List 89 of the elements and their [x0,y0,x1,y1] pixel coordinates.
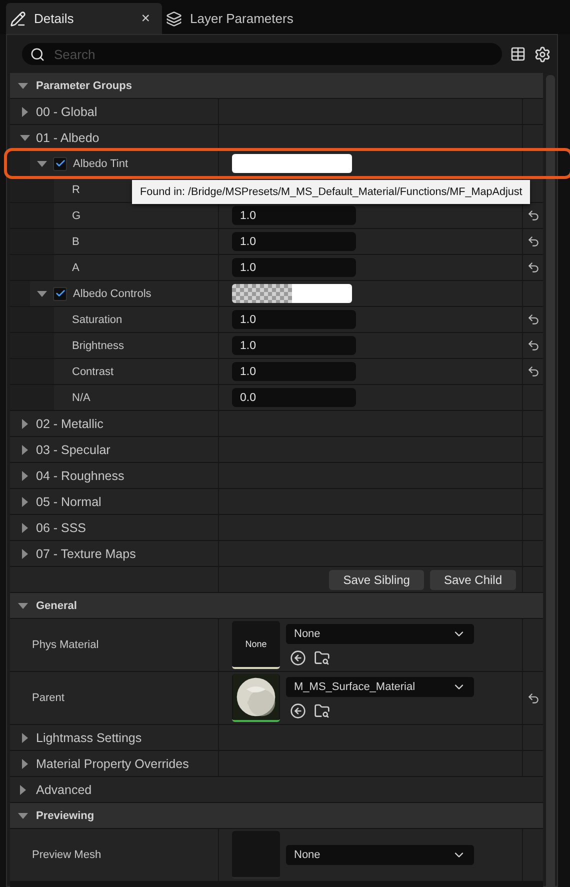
group-label: 03 - Specular [36,442,110,456]
group-label: 01 - Albedo [36,130,100,144]
number-field[interactable]: 1.0 [232,206,356,225]
tab[interactable]: Layer Parameters [162,3,306,34]
group-label: 05 - Normal [36,494,102,508]
expander-icon[interactable] [22,496,28,506]
check-icon [54,158,66,169]
expander-icon[interactable] [22,444,28,454]
expander-icon[interactable] [37,160,47,166]
color-swatch[interactable] [232,154,352,173]
number-field[interactable]: 1.0 [232,310,356,329]
reset-icon[interactable] [526,339,540,352]
expander-icon[interactable] [18,602,28,608]
reset-icon[interactable] [526,209,540,222]
asset-dropdown[interactable]: M_MS_Surface_Material [286,677,474,697]
expander-icon[interactable] [37,290,47,296]
scrollbar[interactable] [546,75,555,887]
settings-icon[interactable] [534,46,551,62]
number-field[interactable]: 0.0 [232,388,356,407]
browse-icon[interactable] [314,650,330,666]
search-icon [30,46,45,62]
color-swatch[interactable] [232,284,352,303]
number-field[interactable]: 1.0 [232,362,356,381]
property-label: B [72,236,80,248]
search-input[interactable]: Search [52,46,494,62]
section-title: Previewing [36,810,94,822]
section-header[interactable]: General [10,593,543,618]
layers-icon [166,10,182,26]
expander-icon[interactable] [22,470,28,480]
reset-icon[interactable] [526,313,540,326]
expander-icon[interactable] [18,82,28,88]
group-label: 00 - Global [36,104,98,118]
property-label: Preview Mesh [32,849,102,861]
property-label: G [72,210,81,222]
expander-icon[interactable] [22,548,28,558]
expander-icon[interactable] [22,522,28,532]
property-label: Parent [32,692,64,704]
parameter-label: Albedo Controls [73,288,152,300]
expander-icon[interactable] [20,134,30,140]
expander-icon[interactable] [18,812,28,818]
advanced-toggle[interactable]: Advanced [10,777,543,802]
property-label: N/A [72,392,90,404]
save-button[interactable]: Save Sibling [329,570,424,590]
group-label: Lightmass Settings [36,730,142,744]
table-icon[interactable] [510,46,526,62]
tab[interactable]: Details × [6,3,162,34]
reset-icon[interactable] [526,365,540,378]
group-label: 04 - Roughness [36,468,124,482]
parameter-label: Albedo Tint [73,158,128,170]
asset-dropdown[interactable]: None [286,845,474,865]
group-label: 07 - Texture Maps [36,546,136,560]
save-button[interactable]: Save Child [430,570,516,590]
expander-icon[interactable] [22,758,28,768]
property-label: Contrast [72,366,114,378]
expander-icon[interactable] [22,106,28,116]
property-label: Brightness [72,340,124,352]
expander-icon[interactable] [20,784,26,794]
section-title: Parameter Groups [36,80,132,92]
advanced-label: Advanced [36,782,92,796]
reset-icon[interactable] [526,692,540,704]
search-field[interactable]: Search [22,43,502,65]
check-icon [54,288,66,299]
close-icon[interactable]: × [141,10,150,27]
number-field[interactable]: 1.0 [232,336,356,355]
group-label: Material Property Overrides [36,756,189,770]
tooltip: Found in: /Bridge/MSPresets/M_MS_Default_Material/Functions/MF_MapAdjust [132,180,530,204]
expander-icon[interactable] [22,732,28,742]
property-label: A [72,262,80,274]
checkbox[interactable] [53,156,67,170]
expander-icon[interactable] [22,418,28,428]
property-label: Saturation [72,314,122,326]
checkbox[interactable] [53,286,67,300]
asset-dropdown[interactable]: None [286,624,474,644]
use-selected-icon[interactable] [290,650,306,666]
reset-icon[interactable] [526,235,540,248]
reset-icon[interactable] [526,261,540,274]
use-selected-icon[interactable] [290,703,306,719]
section-header[interactable]: Parameter Groups [10,73,543,98]
section-header[interactable]: Previewing [10,803,543,828]
group-label: 06 - SSS [36,520,86,534]
property-label: Phys Material [32,639,99,651]
browse-icon[interactable] [314,703,330,719]
pencil-icon [10,10,26,26]
property-label: R [72,184,80,196]
number-field[interactable]: 1.0 [232,232,356,251]
asset-thumbnail[interactable]: None [232,621,280,669]
section-title: General [36,600,77,612]
group-label: 02 - Metallic [36,416,104,430]
number-field[interactable]: 1.0 [232,258,356,277]
